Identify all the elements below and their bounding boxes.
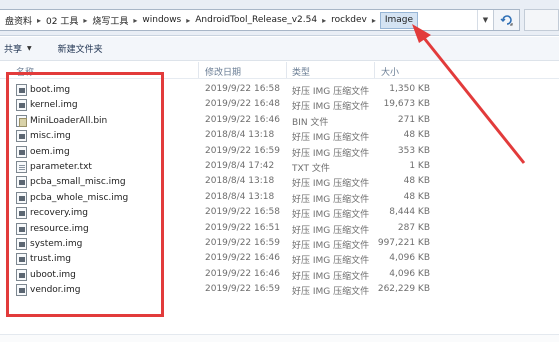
- file-date: 2019/9/22 16:59: [205, 237, 280, 248]
- refresh-button[interactable]: [493, 10, 519, 30]
- file-size: 4,096 KB: [389, 268, 430, 279]
- breadcrumb-item[interactable]: AndroidTool_Release_v2.54: [192, 15, 320, 25]
- chevron-right-icon[interactable]: ▸: [370, 16, 378, 25]
- file-size: 271 KB: [397, 114, 430, 125]
- toolbar: 共享 ▼ 新建文件夹: [0, 37, 559, 61]
- file-size: 353 KB: [397, 145, 430, 156]
- breadcrumb-item[interactable]: 烧写工具: [89, 14, 131, 27]
- file-type: 好压 IMG 压缩文件: [292, 148, 370, 159]
- file-size: 19,673 KB: [383, 99, 430, 110]
- file-date: 2019/9/22 16:46: [205, 268, 280, 279]
- chevron-down-icon: ▼: [482, 16, 489, 24]
- column-header-size[interactable]: 大小: [381, 65, 399, 78]
- file-type: 好压 IMG 压缩文件: [292, 194, 370, 205]
- share-label: 共享: [4, 45, 23, 55]
- file-date: 2019/9/22 16:59: [205, 284, 280, 295]
- file-date: 2019/8/4 17:42: [205, 160, 275, 171]
- file-date: 2018/8/4 13:18: [205, 176, 275, 187]
- file-size: 4,096 KB: [389, 253, 430, 264]
- file-size: 48 KB: [403, 191, 430, 202]
- file-type: 好压 IMG 压缩文件: [292, 287, 370, 298]
- column-header-date[interactable]: 修改日期: [205, 65, 241, 78]
- chevron-right-icon[interactable]: ▸: [320, 16, 328, 25]
- address-history-dropdown[interactable]: ▼: [477, 10, 493, 30]
- search-box[interactable]: [524, 9, 559, 31]
- breadcrumb-item[interactable]: 02 工具: [43, 14, 81, 27]
- file-type: 好压 IMG 压缩文件: [292, 210, 370, 221]
- chevron-right-icon[interactable]: ▸: [35, 16, 43, 25]
- status-bar: [0, 334, 559, 342]
- file-size: 287 KB: [397, 222, 430, 233]
- file-type: 好压 IMG 压缩文件: [292, 102, 370, 113]
- chevron-right-icon[interactable]: ▸: [81, 16, 89, 25]
- file-date: 2019/9/22 16:58: [205, 207, 280, 218]
- file-size: 1,350 KB: [389, 84, 430, 94]
- column-divider[interactable]: [374, 62, 375, 78]
- file-date: 2018/8/4 13:18: [205, 191, 275, 202]
- file-type: 好压 IMG 压缩文件: [292, 179, 370, 190]
- file-date: 2019/9/22 16:58: [205, 84, 280, 94]
- address-bar[interactable]: 盘资料 ▸ 02 工具 ▸ 烧写工具 ▸ windows ▸ AndroidTo…: [0, 9, 520, 31]
- breadcrumb-item[interactable]: windows: [139, 15, 184, 25]
- file-type: 好压 IMG 压缩文件: [292, 256, 370, 267]
- file-size: 1 KB: [409, 160, 430, 171]
- chevron-down-icon: ▼: [27, 45, 32, 52]
- file-date: 2018/8/4 13:18: [205, 130, 275, 141]
- annotation-highlight-box: [6, 72, 164, 317]
- breadcrumb: 盘资料 ▸ 02 工具 ▸ 烧写工具 ▸ windows ▸ AndroidTo…: [0, 10, 477, 30]
- file-type: 好压 IMG 压缩文件: [292, 240, 370, 251]
- file-type: 好压 IMG 压缩文件: [292, 133, 370, 144]
- new-folder-label: 新建文件夹: [57, 45, 103, 55]
- file-type: BIN 文件: [292, 117, 329, 128]
- chevron-right-icon[interactable]: ▸: [131, 16, 139, 25]
- file-size: 8,444 KB: [389, 207, 430, 218]
- file-size: 48 KB: [403, 130, 430, 141]
- file-type: 好压 IMG 压缩文件: [292, 87, 370, 97]
- refresh-icon: [500, 15, 512, 26]
- breadcrumb-current[interactable]: Image: [379, 11, 419, 29]
- file-date: 2019/9/22 16:51: [205, 222, 280, 233]
- column-header-type[interactable]: 类型: [292, 65, 310, 78]
- file-size: 48 KB: [403, 176, 430, 187]
- file-size: 997,221 KB: [377, 237, 430, 248]
- breadcrumb-item[interactable]: rockdev: [328, 15, 370, 25]
- file-type: TXT 文件: [292, 163, 330, 174]
- file-type: 好压 IMG 压缩文件: [292, 271, 370, 282]
- address-bar-row: 盘资料 ▸ 02 工具 ▸ 烧写工具 ▸ windows ▸ AndroidTo…: [0, 0, 559, 36]
- file-date: 2019/9/22 16:46: [205, 253, 280, 264]
- breadcrumb-item[interactable]: 盘资料: [2, 14, 35, 27]
- file-type: 好压 IMG 压缩文件: [292, 225, 370, 236]
- share-button[interactable]: 共享 ▼: [0, 37, 40, 60]
- chevron-right-icon[interactable]: ▸: [184, 16, 192, 25]
- file-size: 262,229 KB: [377, 284, 430, 295]
- column-divider[interactable]: [286, 62, 287, 78]
- new-folder-button[interactable]: 新建文件夹: [54, 37, 111, 60]
- file-date: 2019/9/22 16:46: [205, 114, 280, 125]
- file-date: 2019/9/22 16:48: [205, 99, 280, 110]
- file-date: 2019/9/22 16:59: [205, 145, 280, 156]
- column-divider[interactable]: [198, 62, 199, 78]
